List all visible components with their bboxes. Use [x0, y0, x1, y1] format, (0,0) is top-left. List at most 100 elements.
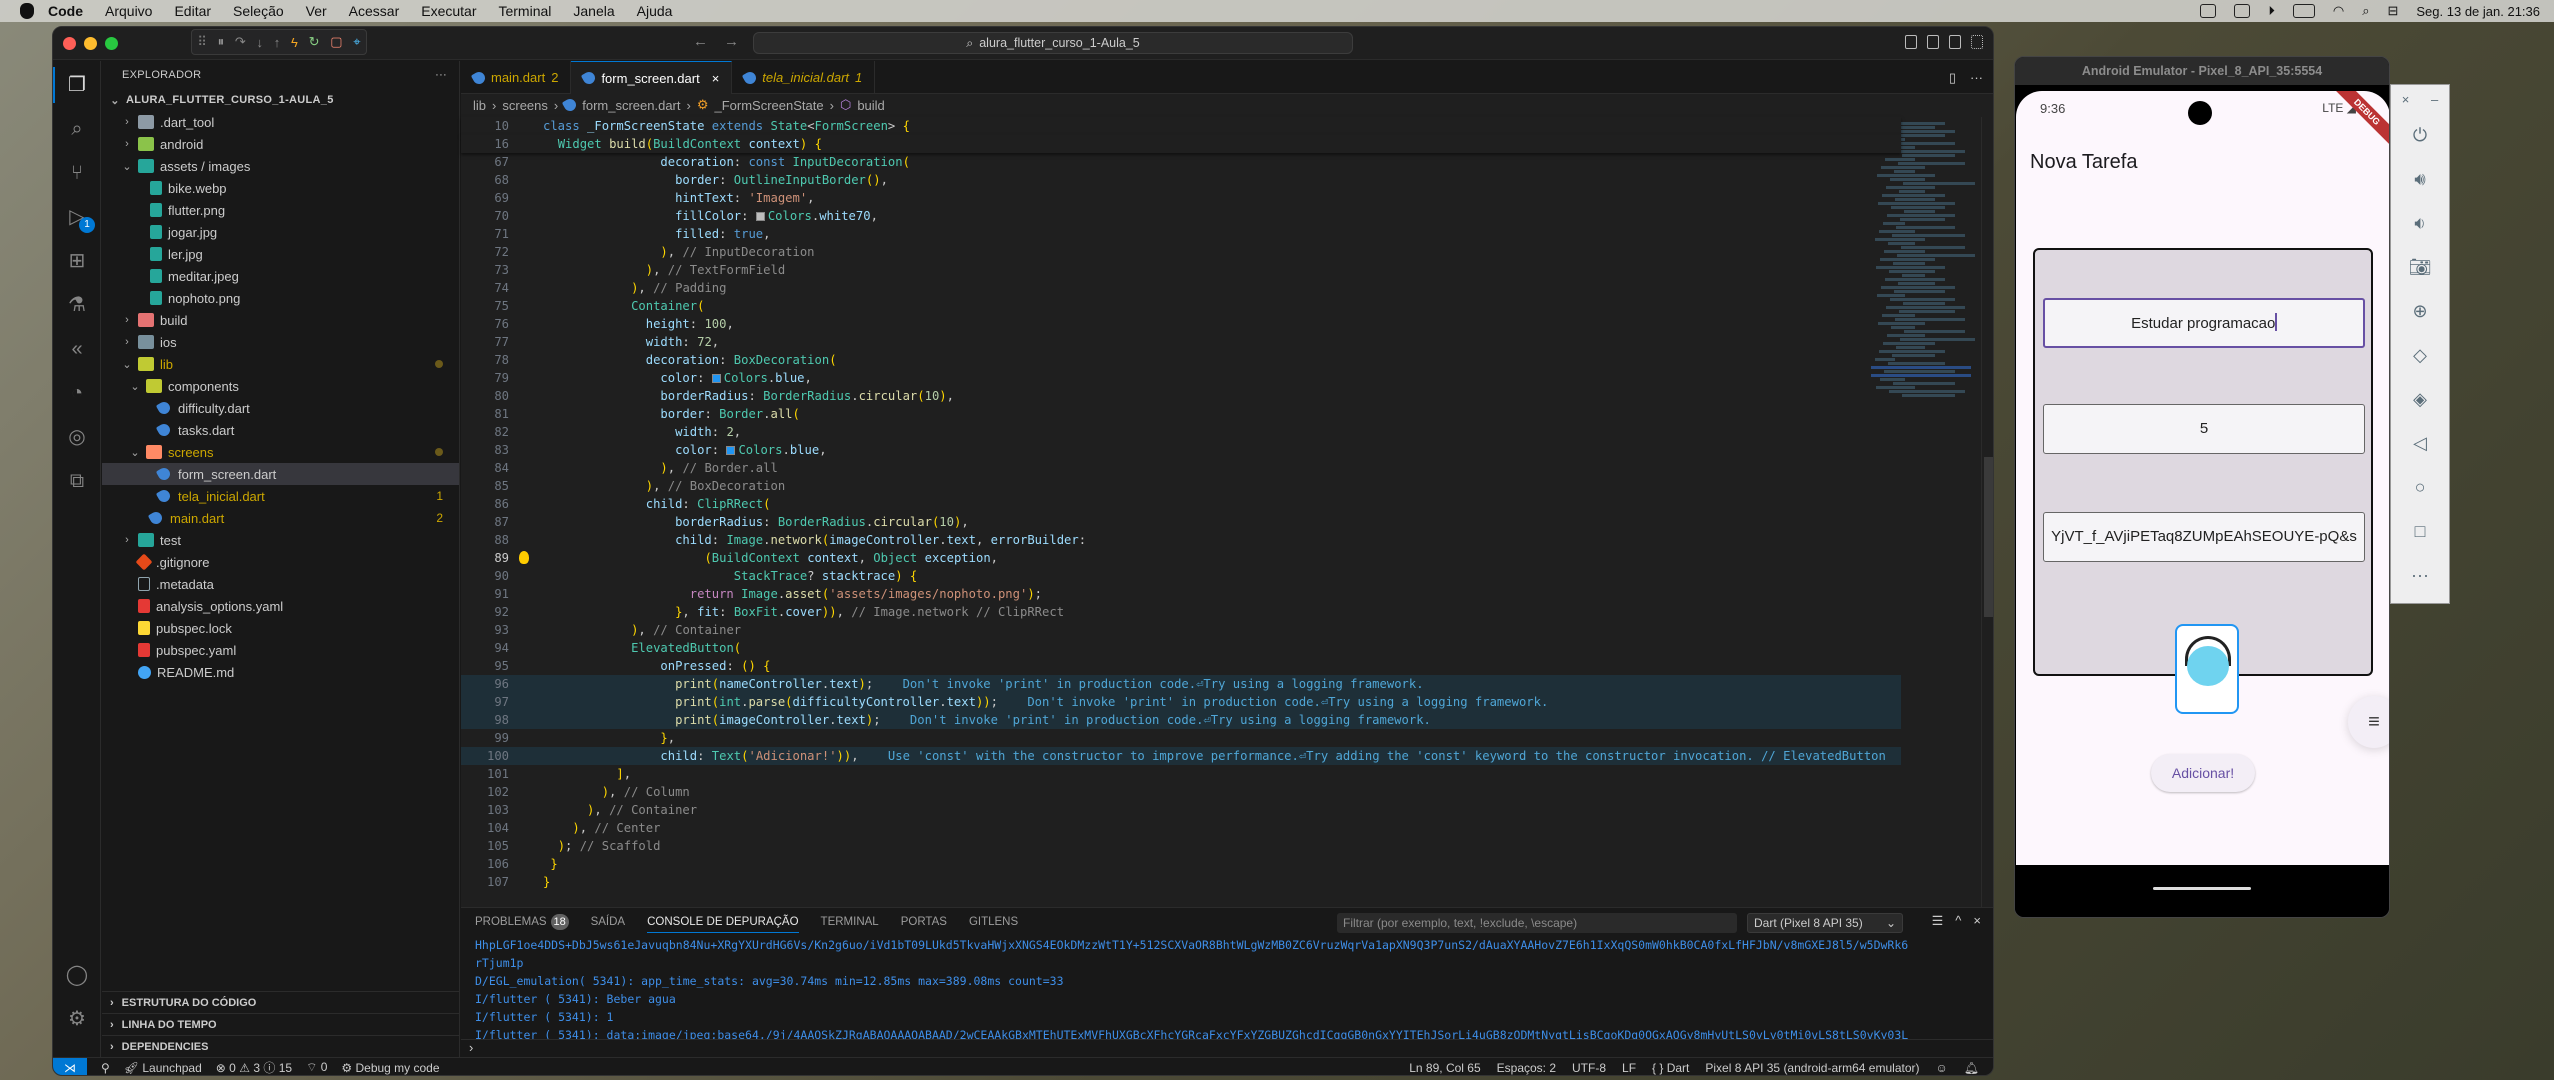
close-panel-icon[interactable]: ×: [1973, 913, 1981, 929]
pause-icon[interactable]: ⏸: [218, 34, 225, 50]
tree-file-gitignore[interactable]: .gitignore: [102, 551, 459, 573]
breadcrumb-screens[interactable]: screens: [502, 98, 548, 113]
code-line[interactable]: 86 child: ClipRRect(: [461, 495, 1901, 513]
tree-file-form-screen[interactable]: form_screen.dart: [102, 463, 459, 485]
code-line[interactable]: 99 },: [461, 729, 1901, 747]
debug-session-select[interactable]: Dart (Pixel 8 API 35) ⌄: [1747, 913, 1903, 933]
hot-reload-icon[interactable]: ϟ: [291, 35, 298, 50]
code-line[interactable]: 75 Container(: [461, 297, 1901, 315]
more-actions-icon[interactable]: ···: [1970, 70, 1983, 86]
code-line[interactable]: 96 print(nameController.text); Don't inv…: [461, 675, 1901, 693]
tree-file-nophoto[interactable]: nophoto.png: [102, 287, 459, 309]
minimize-window-button[interactable]: [84, 37, 97, 50]
sticky-line[interactable]: 16 Widget build(BuildContext context) {: [461, 135, 1901, 153]
menu-ver[interactable]: Ver: [306, 3, 327, 19]
volume-down-icon[interactable]: 🔉︎: [2391, 201, 2449, 245]
scrollbar-thumb[interactable]: [1984, 457, 1993, 617]
code-line[interactable]: 84 ), // Border.all: [461, 459, 1901, 477]
menu-fab[interactable]: ≡: [2348, 696, 2389, 748]
tree-file-pubspec-lock[interactable]: pubspec.lock: [102, 617, 459, 639]
step-into-icon[interactable]: ↓: [257, 35, 264, 50]
code-line[interactable]: 91 return Image.asset('assets/images/nop…: [461, 585, 1901, 603]
tree-file-jogar[interactable]: jogar.jpg: [102, 221, 459, 243]
settings-gear-icon[interactable]: ⚙: [65, 1007, 89, 1031]
remote-explorer-icon[interactable]: ⧉: [65, 469, 89, 493]
ports-item[interactable]: ⌔ 0: [306, 1060, 327, 1075]
code-line[interactable]: 98 print(imageController.text); Don't in…: [461, 711, 1901, 729]
panel-tab-terminal[interactable]: TERMINAL: [821, 916, 879, 928]
menu-acessar[interactable]: Acessar: [349, 3, 400, 19]
code-line[interactable]: 105 ); // Scaffold: [461, 837, 1901, 855]
close-window-button[interactable]: [63, 37, 76, 50]
language-mode[interactable]: { } Dart: [1652, 1061, 1689, 1075]
rotate-left-icon[interactable]: ◇: [2391, 333, 2449, 377]
code-editor[interactable]: 10 class _FormScreenState extends State<F…: [461, 117, 1901, 907]
menu-app-name[interactable]: Code: [48, 3, 83, 19]
menu-executar[interactable]: Executar: [421, 3, 476, 19]
code-line[interactable]: 72 ), // InputDecoration: [461, 243, 1901, 261]
minimize-emulator-icon[interactable]: –: [2431, 92, 2438, 107]
editor-vertical-scrollbar[interactable]: [1981, 117, 1993, 907]
tree-file-analysis-options[interactable]: analysis_options.yaml: [102, 595, 459, 617]
tree-file-difficulty[interactable]: difficulty.dart: [102, 397, 459, 419]
code-line[interactable]: 81 border: Border.all(: [461, 405, 1901, 423]
account-icon[interactable]: ◯: [65, 963, 89, 987]
sticky-line[interactable]: 10 class _FormScreenState extends State<F…: [461, 117, 1901, 135]
minimap[interactable]: [1871, 117, 1981, 537]
volume-up-icon[interactable]: 🔊︎: [2391, 157, 2449, 201]
task-name-input[interactable]: Estudar programacao: [2043, 298, 2365, 348]
console-filter-input[interactable]: Filtrar (por exemplo, text, !exclude, \e…: [1337, 913, 1737, 933]
breadcrumb-class[interactable]: _FormScreenState: [715, 98, 824, 113]
code-line[interactable]: 69 hintText: 'Imagem',: [461, 189, 1901, 207]
debug-config-item[interactable]: ⚙ Debug my code: [341, 1061, 439, 1075]
breadcrumb-file[interactable]: form_screen.dart: [582, 98, 680, 113]
tree-file-readme[interactable]: README.md: [102, 661, 459, 683]
image-url-input[interactable]: YjVT_f_AVjiPETaq8ZUMpEAhSEOUYE-pQ&s: [2043, 512, 2365, 562]
panel-tab-ports[interactable]: PORTAS: [901, 916, 947, 928]
tree-file-pubspec-yaml[interactable]: pubspec.yaml: [102, 639, 459, 661]
inspect-widget-icon[interactable]: ⌖: [353, 34, 360, 50]
code-line[interactable]: 104 ), // Center: [461, 819, 1901, 837]
tab-form-screen-dart[interactable]: form_screen.dart ×: [571, 61, 733, 94]
code-line[interactable]: 83 color: Colors.blue,: [461, 441, 1901, 459]
code-line[interactable]: 68 border: OutlineInputBorder(),: [461, 171, 1901, 189]
overview-icon[interactable]: □: [2391, 509, 2449, 553]
code-line[interactable]: 85 ), // BoxDecoration: [461, 477, 1901, 495]
step-out-icon[interactable]: ↑: [274, 35, 281, 50]
tree-folder-components[interactable]: ⌄ components: [102, 375, 459, 397]
code-line[interactable]: 93 ), // Container: [461, 621, 1901, 639]
section-dependencies[interactable]: › DEPENDENCIES: [102, 1035, 459, 1057]
flutter-icon[interactable]: «: [65, 337, 89, 361]
code-line[interactable]: 100 child: Text('Adicionar!')), Use 'con…: [461, 747, 1901, 765]
power-icon[interactable]: ⏻: [2391, 113, 2449, 157]
panel-tab-gitlens[interactable]: GITLENS: [969, 916, 1018, 928]
tab-tela-inicial-dart[interactable]: tela_inicial.dart 1: [732, 61, 876, 94]
tree-file-bike[interactable]: bike.webp: [102, 177, 459, 199]
code-line[interactable]: 97 print(int.parse(difficultyController.…: [461, 693, 1901, 711]
drag-handle-icon[interactable]: ⠿: [197, 34, 207, 50]
code-line[interactable]: 80 borderRadius: BorderRadius.circular(1…: [461, 387, 1901, 405]
tree-folder-build[interactable]: › build: [102, 309, 459, 331]
close-tab-icon[interactable]: ×: [712, 71, 720, 86]
debug-console-input[interactable]: ›: [461, 1039, 1993, 1057]
control-center-icon[interactable]: ⊟: [2387, 3, 2398, 19]
outlook-icon[interactable]: [2200, 4, 2217, 18]
difficulty-input[interactable]: 5: [2043, 404, 2365, 454]
menu-editar[interactable]: Editar: [174, 3, 211, 19]
code-line[interactable]: 73 ), // TextFormField: [461, 261, 1901, 279]
flutter-device[interactable]: Pixel 8 API 35 (android-arm64 emulator): [1705, 1061, 1919, 1075]
source-control-icon[interactable]: ⑂: [65, 161, 89, 185]
more-actions-icon[interactable]: ···: [435, 69, 447, 81]
tree-file-flutter[interactable]: flutter.png: [102, 199, 459, 221]
gitlens-icon[interactable]: ◔: [65, 381, 89, 405]
step-over-icon[interactable]: ↷: [235, 34, 246, 50]
tree-folder-dart-tool[interactable]: › .dart_tool: [102, 111, 459, 133]
code-line[interactable]: 92 }, fit: BoxFit.cover)), // Image.netw…: [461, 603, 1901, 621]
spotlight-search-icon[interactable]: ⌕: [2362, 3, 2369, 19]
launchpad-item[interactable]: 🚀︎ Launchpad: [124, 1061, 202, 1075]
tree-file-ler[interactable]: ler.jpg: [102, 243, 459, 265]
code-line[interactable]: 77 width: 72,: [461, 333, 1901, 351]
tab-main-dart[interactable]: main.dart 2: [461, 61, 572, 94]
section-timeline[interactable]: › LINHA DO TEMPO: [102, 1013, 459, 1035]
tree-file-meditar[interactable]: meditar.jpeg: [102, 265, 459, 287]
